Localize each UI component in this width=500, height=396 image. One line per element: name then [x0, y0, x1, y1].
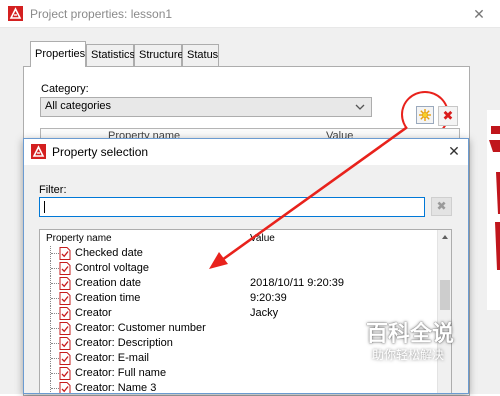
tab-statistics[interactable]: Statistics: [86, 44, 136, 66]
tab-properties[interactable]: Properties: [30, 41, 86, 67]
tree-connector: [50, 366, 59, 381]
checked-document-icon: [59, 382, 71, 393]
list-item[interactable]: Creation time 9:20:39: [40, 291, 438, 306]
tab-structure[interactable]: Structure: [134, 44, 184, 66]
property-name: Creator: Description: [75, 337, 173, 349]
list-item[interactable]: Creator: Name 3: [40, 381, 438, 394]
checked-document-icon: [59, 247, 71, 260]
property-name: Creator: [75, 307, 112, 319]
property-name: Creator: Name 3: [75, 382, 157, 394]
property-name: Creator: E-mail: [75, 352, 149, 364]
property-name: Creator: Customer number: [75, 322, 206, 334]
dialog-title: Property selection: [52, 145, 149, 159]
tab-label: Properties: [35, 48, 86, 60]
tree-connector: [50, 381, 59, 393]
property-list: Property name Value Checked date Control…: [39, 229, 452, 394]
list-item[interactable]: Checked date: [40, 246, 438, 261]
property-value: 2018/10/11 9:20:39: [250, 277, 344, 289]
tree-connector: [50, 261, 59, 276]
checked-document-icon: [59, 292, 71, 305]
tree-connector: [50, 246, 59, 261]
list-item[interactable]: Control voltage: [40, 261, 438, 276]
property-name: Control voltage: [75, 262, 149, 274]
watermark: 百科全说 助你轻松解决: [360, 316, 480, 368]
tree-connector: [50, 351, 59, 366]
checked-document-icon: [59, 277, 71, 290]
checked-document-icon: [59, 367, 71, 380]
background-logo-fragment: [487, 110, 500, 310]
watermark-title: 百科全说: [366, 322, 455, 347]
scroll-up-arrow-icon[interactable]: [441, 233, 449, 241]
tab-label: Status: [187, 49, 219, 61]
delete-property-button[interactable]: ✖: [438, 106, 458, 126]
checked-document-icon: [59, 307, 71, 320]
property-value: Jacky: [250, 307, 279, 319]
outer-close-icon[interactable]: ✕: [470, 6, 488, 22]
col-header-value[interactable]: Value: [250, 233, 275, 244]
property-name: Creator: Full name: [75, 367, 167, 379]
tab-label: Statistics: [91, 49, 136, 61]
checked-document-icon: [59, 262, 71, 275]
category-label: Category:: [41, 83, 89, 95]
dialog-close-icon[interactable]: ✕: [446, 143, 462, 159]
eplan-logo-icon: [31, 144, 46, 159]
eplan-logo-icon: [8, 6, 23, 21]
category-select[interactable]: All categories: [40, 97, 372, 117]
property-value: 9:20:39: [250, 292, 287, 304]
chevron-down-icon[interactable]: [352, 99, 368, 115]
outer-window-title: Project properties: lesson1: [30, 7, 173, 21]
filter-label: Filter:: [39, 184, 67, 196]
list-scrollbar[interactable]: [437, 230, 451, 393]
tab-label: Structure: [139, 49, 184, 61]
property-name: Checked date: [75, 247, 143, 259]
col-header-property-name[interactable]: Property name: [46, 233, 112, 244]
tab-status[interactable]: Status: [182, 44, 219, 66]
filter-input[interactable]: [39, 197, 425, 217]
tree-connector: [50, 321, 59, 336]
watermark-subtitle: 助你轻松解决: [372, 348, 445, 362]
property-name: Creation date: [75, 277, 142, 289]
checked-document-icon: [59, 322, 71, 335]
scroll-thumb[interactable]: [440, 280, 450, 310]
text-caret: [44, 201, 45, 213]
tree-connector: [50, 291, 59, 306]
tree-connector: [50, 336, 59, 351]
list-item[interactable]: Creator: Full name: [40, 366, 438, 381]
tree-connector: [50, 306, 59, 321]
list-item[interactable]: Creation date 2018/10/11 9:20:39: [40, 276, 438, 291]
tree-connector: [50, 276, 59, 291]
property-name: Creation time: [75, 292, 141, 304]
filter-clear-button[interactable]: ✖: [431, 197, 452, 216]
checked-document-icon: [59, 352, 71, 365]
checked-document-icon: [59, 337, 71, 350]
